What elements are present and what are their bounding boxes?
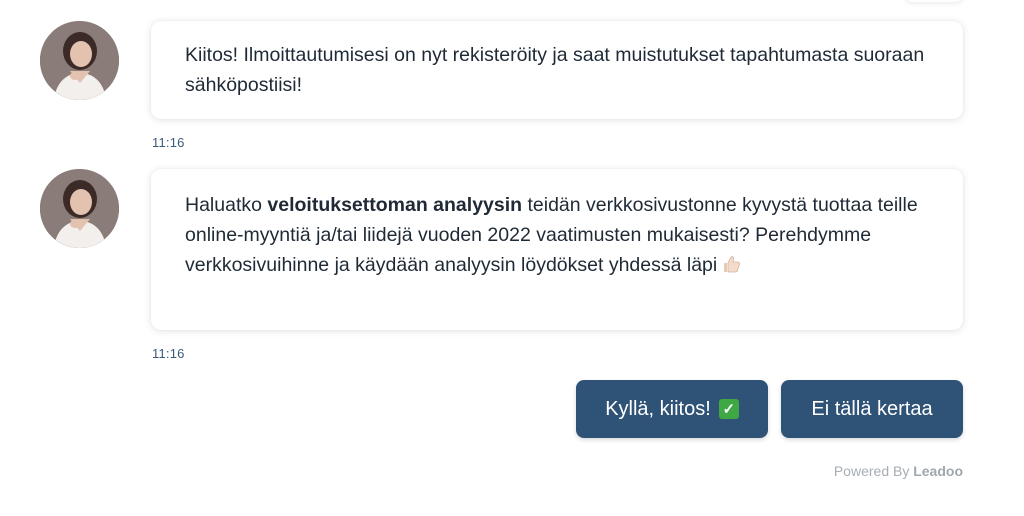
- message-text: Kiitos! Ilmoittautumisesi on nyt rekiste…: [185, 44, 925, 96]
- check-mark-icon: ✓: [718, 399, 739, 419]
- powered-by-footer[interactable]: Powered By Leadoo: [834, 463, 963, 479]
- yes-thanks-button[interactable]: Kyllä, kiitos! ✓: [576, 380, 768, 438]
- agent-avatar: [40, 169, 119, 248]
- message-timestamp: 11:16: [152, 135, 185, 150]
- agent-photo-icon: [40, 21, 119, 100]
- message-bubble: Kiitos! Ilmoittautumisesi on nyt rekiste…: [151, 21, 963, 119]
- message-bold-text: veloituksettoman analyysin: [267, 194, 523, 216]
- not-this-time-button[interactable]: Ei tällä kertaa: [781, 380, 963, 438]
- agent-avatar: [40, 21, 119, 100]
- button-label: Ei tällä kertaa: [811, 397, 933, 420]
- previous-message-bubble: [905, 0, 963, 2]
- message-bubble: Haluatko veloituksettoman analyysin teid…: [151, 169, 963, 330]
- brand-name: Leadoo: [913, 463, 963, 479]
- message-timestamp: 11:16: [152, 346, 185, 361]
- agent-photo-icon: [40, 169, 119, 248]
- button-label: Kyllä, kiitos!: [605, 397, 711, 420]
- message-text: Haluatko veloituksettoman analyysin teid…: [185, 194, 918, 276]
- thumbs-up-icon: [721, 253, 741, 273]
